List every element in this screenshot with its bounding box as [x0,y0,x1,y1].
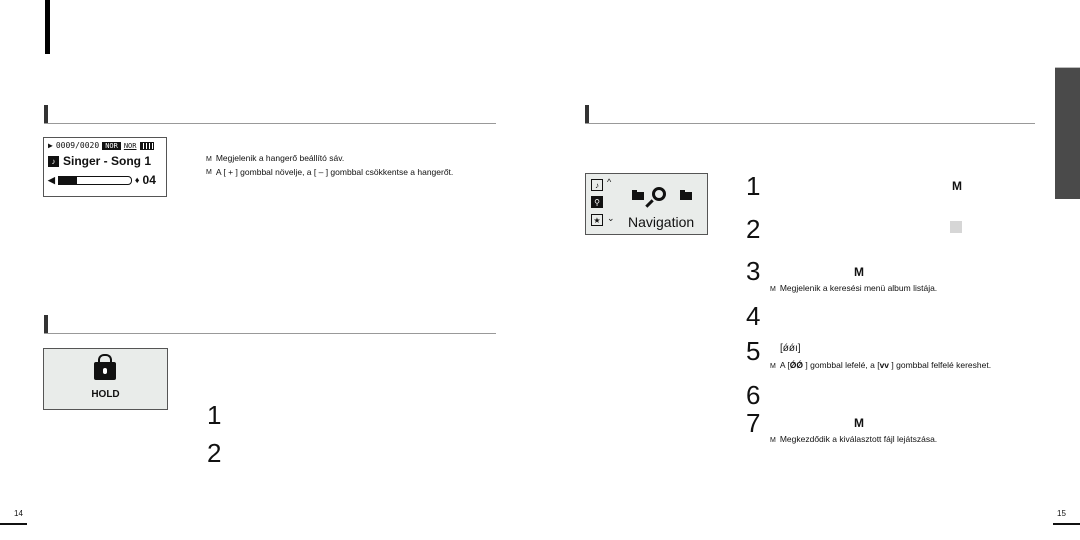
play-icon: ▶ [48,141,53,150]
note-text: ] gombbal felfelé kereshet. [889,360,992,370]
chapter-marker-bar [45,0,50,54]
volume-note-2: MA [ + ] gombbal növelje, a [ – ] gombba… [206,167,456,178]
navigation-label: Navigation [628,214,695,230]
speaker-icon: ◀ [48,174,55,185]
page-number-right: 15 [1057,509,1066,518]
hold-step-1: 1 [207,400,222,430]
section-marker [585,105,589,123]
folder-icon [632,190,644,200]
updown-icon: ♦ [134,175,140,185]
button-placeholder-icon [950,221,962,233]
volume-bar [57,175,132,185]
magnifier-icon [652,187,666,201]
bullet-icon: M [770,437,776,444]
step-7-note: M Megkezdődik a kiválasztott fájl lejátsz… [770,434,937,446]
page-footer-line [0,523,27,525]
music-note-icon: ♪ [48,155,59,167]
volume-bar-fill [58,176,77,184]
step-3-note: M Megjelenik a keresési menü album listáj… [770,283,937,295]
bullet-icon: M [770,363,776,370]
step-2-number: 2 [746,214,761,244]
chapter-side-tab [1055,67,1080,199]
section-header-hold [44,313,496,334]
step-5-number: 5 [746,336,761,366]
step-4-number: 4 [746,301,761,331]
note-text: Megjelenik a hangerő beállító sáv. [215,153,345,163]
note-text: Megjelenik a keresési menü album listája… [779,283,938,293]
bullet-icon: M [770,286,776,293]
hold-step-2: 2 [207,438,222,468]
arrow-down-icon: ⌄ [607,213,615,223]
player-lcd-screen: ▶ 0009/0020 NOR NOR ♪ Singer - Song 1 ◀ … [43,137,167,197]
hold-lcd-screen: HOLD [43,348,168,410]
page-footer-line [1053,523,1080,525]
star-icon: ★ [591,214,603,226]
search-key-icon: [ǿǿı] [780,343,801,354]
step-5-note: MA [ǾǾ ] gombbal lefelé, a [vv ] gombbal… [770,360,991,372]
section-header-volume [44,103,496,124]
note-text: Megkezdődik a kiválasztott fájl lejátszá… [779,434,938,444]
folder-icon [680,190,692,200]
section-marker [44,315,48,333]
note-text: ] gombbal lefelé, a [ [803,360,880,370]
eq-mode-badge: NOR [102,141,121,150]
step-6-number: 6 [746,380,761,410]
track-counter: 0009/0020 [55,141,100,150]
arrow-up-icon: ^ [607,177,612,187]
menu-key-icon: M [952,179,962,193]
navigation-lcd-screen: ♪ ^ ⚲ ★ ⌄ Navigation [585,173,708,235]
note-text: A [ + ] gombbal növelje, a [ – ] gombbal… [215,167,454,177]
menu-key-icon: M [854,416,864,430]
step-3-number: 3 [746,256,761,286]
page-number-left: 14 [14,509,23,518]
lcd-status-bar: ▶ 0009/0020 NOR NOR [44,138,166,150]
fast-forward-key-icon: ǾǾ [789,360,804,370]
note-text: A [ [779,360,790,370]
battery-icon [139,141,154,150]
sound-mode-badge: NOR [123,141,137,150]
section-marker [44,105,48,123]
volume-note-1: M Megjelenik a hangerő beállító sáv. [206,153,456,165]
step-1-number: 1 [746,171,761,201]
lock-icon [94,354,116,380]
song-title: Singer - Song 1 [63,154,152,168]
hold-label: HOLD [91,389,120,400]
lcd-volume-row: ◀ ♦ 04 [44,168,166,187]
magnifier-handle [645,199,654,208]
music-icon: ♪ [591,179,603,191]
section-header-navigation [585,103,1035,124]
search-icon: ⚲ [591,196,603,208]
lcd-song-row: ♪ Singer - Song 1 [44,150,166,168]
volume-value: 04 [142,173,156,187]
menu-key-icon: M [854,265,864,279]
rewind-key-icon: vv [879,360,890,370]
bullet-icon: M [206,169,212,176]
bullet-icon: M [206,156,212,163]
step-7-number: 7 [746,408,761,438]
